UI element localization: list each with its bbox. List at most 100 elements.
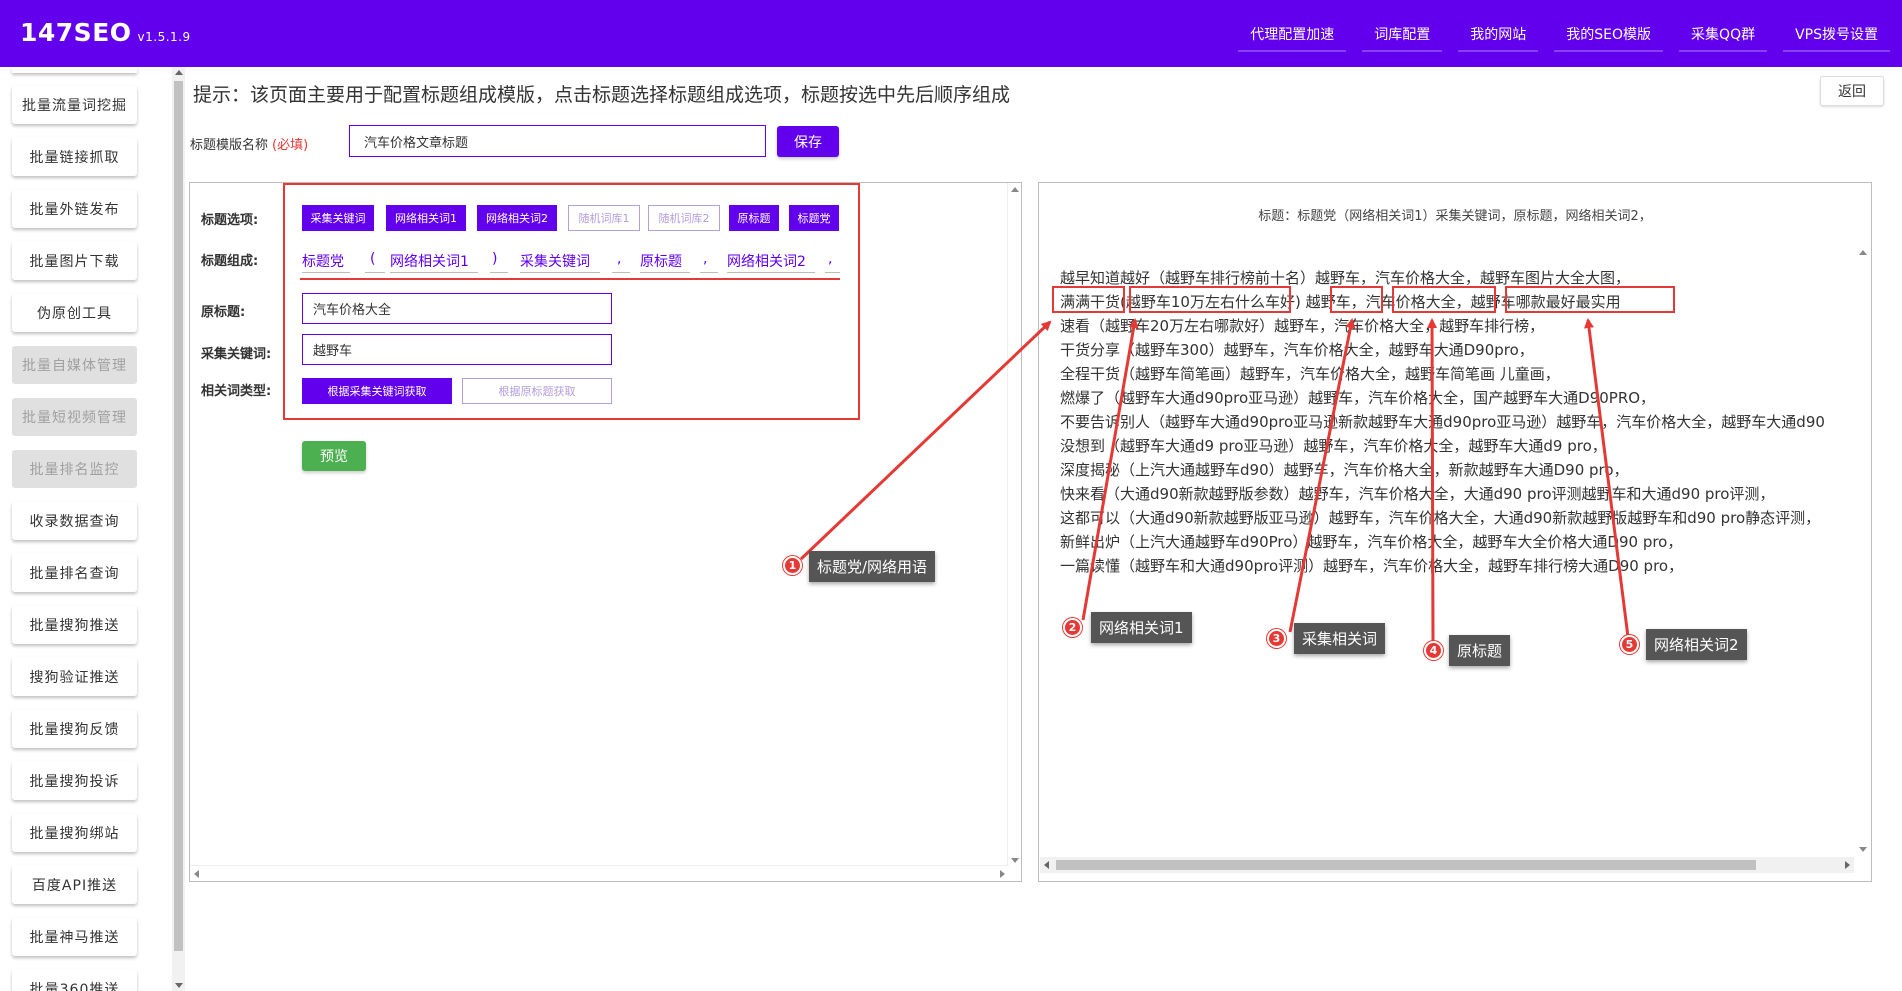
nav-vps-dial-settings[interactable]: VPS拨号设置 <box>1783 18 1890 52</box>
scroll-up-icon[interactable] <box>1011 187 1019 192</box>
sidebar-item-pseudo-original[interactable]: 伪原创工具 <box>12 294 137 332</box>
preview-line: 快来看（大通d90新款越野版参数）越野车，汽车价格大全，大通d90 pro评测越… <box>1060 485 1775 503</box>
highlight-box-related-2 <box>1505 286 1675 313</box>
annotation-label-4: 原标题 <box>1449 635 1511 666</box>
preview-hscroll-thumb[interactable] <box>1056 860 1756 870</box>
sidebar-item-rank-monitor: 批量排名监控 <box>12 450 137 488</box>
sidebar-item-partial-top[interactable] <box>12 67 137 73</box>
scrollbar-thumb[interactable] <box>174 81 183 951</box>
sidebar-item-sogou-feedback[interactable]: 批量搜狗反馈 <box>12 710 137 748</box>
annotation-marker-1: 1 <box>783 556 802 575</box>
option-collect-keyword[interactable]: 采集关键词 <box>302 205 374 231</box>
option-original-title[interactable]: 原标题 <box>729 205 779 231</box>
composition-underline <box>302 272 350 273</box>
sidebar-item-360-push[interactable]: 批量360推送 <box>12 970 137 991</box>
composition-underline <box>390 272 478 273</box>
sidebar-item-rank-query[interactable]: 批量排名查询 <box>12 554 137 592</box>
composition-red-underline <box>300 278 840 280</box>
original-title-input[interactable]: 汽车价格大全 <box>302 293 612 324</box>
annotation-marker-2: 2 <box>1063 618 1082 637</box>
option-related-word-2[interactable]: 网络相关词2 <box>477 205 557 231</box>
template-name-label-text: 标题模版名称 <box>190 138 269 153</box>
composition-underline <box>825 272 840 273</box>
nav-lexicon-config[interactable]: 词库配置 <box>1362 18 1443 52</box>
config-panel-vscroll[interactable] <box>1007 183 1021 867</box>
sidebar-item-shenma-push[interactable]: 批量神马推送 <box>12 918 137 956</box>
back-button[interactable]: 返回 <box>1820 76 1884 106</box>
preview-button[interactable]: 预览 <box>302 441 366 471</box>
composition-underline <box>520 272 600 273</box>
sidebar-item-sogou-bind-site[interactable]: 批量搜狗绑站 <box>12 814 137 852</box>
scroll-left-icon[interactable] <box>194 870 199 878</box>
scroll-down-icon[interactable] <box>1011 858 1019 863</box>
preview-line: 全程干货（越野车简笔画）越野车，汽车价格大全，越野车简笔画 儿童画， <box>1060 365 1560 383</box>
nav-my-sites[interactable]: 我的网站 <box>1458 18 1539 52</box>
preview-vscroll[interactable] <box>1856 246 1870 856</box>
related-by-title-button[interactable]: 根据原标题获取 <box>462 378 612 404</box>
app-header: 147SEO v1.5.1.9 代理配置加速 词库配置 我的网站 我的SEO模版 … <box>0 0 1902 67</box>
sidebar-item-index-query[interactable]: 收录数据查询 <box>12 502 137 540</box>
option-related-word-1[interactable]: 网络相关词1 <box>386 205 466 231</box>
collect-keyword-input[interactable]: 越野车 <box>302 334 612 365</box>
highlight-box-clickbait <box>1052 286 1125 313</box>
annotation-label-5: 网络相关词2 <box>1646 629 1747 660</box>
related-by-keyword-button[interactable]: 根据采集关键词获取 <box>302 378 452 404</box>
annotation-marker-5: 5 <box>1620 635 1639 654</box>
config-panel-hscroll[interactable] <box>190 865 1009 881</box>
preview-line: 深度揭秘（上汽大通越野车d90）越野车，汽车价格大全，新款越野车大通D90 pr… <box>1060 461 1629 479</box>
scroll-down-icon[interactable] <box>1859 847 1867 852</box>
preview-line: 一篇读懂（越野车和大通d90pro评测）越野车，汽车价格大全，越野车排行榜大通D… <box>1060 557 1684 575</box>
scroll-up-icon[interactable] <box>175 70 183 75</box>
highlight-box-original-title <box>1392 286 1496 313</box>
preview-line: 这都可以（大通d90新款越野版亚马逊）越野车，汽车价格大全，大通d90新款越野版… <box>1060 509 1821 527</box>
nav-my-seo-templates[interactable]: 我的SEO模版 <box>1554 18 1664 52</box>
related-type-label: 相关词类型: <box>201 384 272 399</box>
sidebar-item-sogou-push[interactable]: 批量搜狗推送 <box>12 606 137 644</box>
preview-title-formula: 标题：标题党（网络相关词1）采集关键词，原标题，网络相关词2， <box>1258 209 1652 224</box>
annotation-marker-4: 4 <box>1424 641 1443 660</box>
scroll-right-icon[interactable] <box>1845 861 1850 869</box>
preview-line: 干货分享（越野车300）越野车，汽车价格大全，越野车大通D90pro， <box>1060 341 1534 359</box>
composition-item-clickbait[interactable]: 标题党 <box>302 251 344 271</box>
template-name-input[interactable]: 汽车价格文章标题 <box>349 125 766 157</box>
annotation-label-3: 采集相关词 <box>1294 623 1386 654</box>
composition-item-related-2[interactable]: 网络相关词2 <box>727 251 806 271</box>
scroll-right-icon[interactable] <box>1000 870 1005 878</box>
option-random-lexicon-2[interactable]: 随机词库2 <box>648 205 720 231</box>
template-name-value: 汽车价格文章标题 <box>364 135 469 151</box>
preview-line: 新鲜出炉（上汽大通越野车d90Pro）越野车，汽车价格大全，越野车大全价格大通D… <box>1060 533 1683 551</box>
nav-collect-qq-group[interactable]: 采集QQ群 <box>1679 18 1768 52</box>
logo-text: 147SEO <box>20 18 132 47</box>
scroll-up-icon[interactable] <box>1859 250 1867 255</box>
save-button[interactable]: 保存 <box>777 126 839 157</box>
sidebar-item-sogou-verify-push[interactable]: 搜狗验证推送 <box>12 658 137 696</box>
composition-sep: , <box>703 251 708 267</box>
preview-hscroll[interactable] <box>1040 857 1854 873</box>
sidebar-item-external-link-publish[interactable]: 批量外链发布 <box>12 190 137 228</box>
preview-line: 燃爆了（越野车大通d90pro亚马逊）越野车，汽车价格大全，国产越野车大通D90… <box>1060 389 1656 407</box>
composition-sep: ) <box>492 251 498 267</box>
sidebar-item-link-crawl[interactable]: 批量链接抓取 <box>12 138 137 176</box>
composition-label: 标题组成: <box>201 254 259 269</box>
sidebar: 批量流量词挖掘 批量链接抓取 批量外链发布 批量图片下载 伪原创工具 批量自媒体… <box>0 67 170 991</box>
scroll-left-icon[interactable] <box>1044 861 1049 869</box>
scroll-down-icon[interactable] <box>175 983 183 988</box>
nav-proxy-config[interactable]: 代理配置加速 <box>1238 18 1347 52</box>
sidebar-item-baidu-api-push[interactable]: 百度API推送 <box>12 866 137 904</box>
composition-underline <box>490 272 508 273</box>
composition-item-collect-keyword[interactable]: 采集关键词 <box>520 251 590 271</box>
sidebar-item-traffic-keyword-mining[interactable]: 批量流量词挖掘 <box>12 86 137 124</box>
composition-item-original-title[interactable]: 原标题 <box>640 251 682 271</box>
annotation-label-1: 标题党/网络用语 <box>809 551 936 582</box>
composition-item-related-1[interactable]: 网络相关词1 <box>390 251 469 271</box>
sidebar-item-sogou-complaint[interactable]: 批量搜狗投诉 <box>12 762 137 800</box>
original-title-value: 汽车价格大全 <box>313 303 392 318</box>
composition-underline <box>612 272 630 273</box>
sidebar-item-short-video-management: 批量短视频管理 <box>12 398 137 436</box>
option-clickbait[interactable]: 标题党 <box>789 205 839 231</box>
option-random-lexicon-1[interactable]: 随机词库1 <box>568 205 640 231</box>
sidebar-item-image-download[interactable]: 批量图片下载 <box>12 242 137 280</box>
main-scrollbar[interactable] <box>172 67 185 991</box>
collect-keyword-value: 越野车 <box>313 344 353 359</box>
app-logo[interactable]: 147SEO v1.5.1.9 <box>20 18 191 47</box>
